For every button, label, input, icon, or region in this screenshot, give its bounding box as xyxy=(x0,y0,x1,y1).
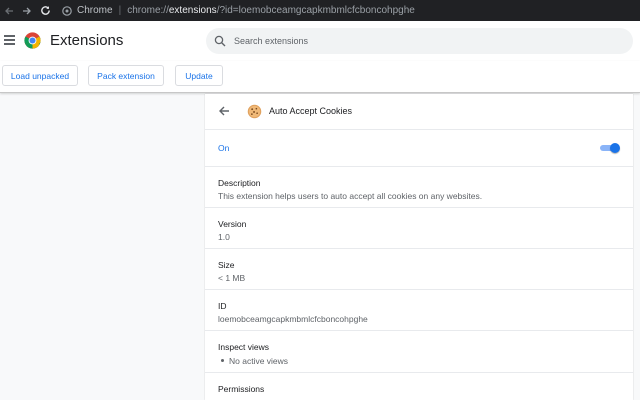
chrome-logo-icon xyxy=(24,32,41,49)
enable-toggle[interactable] xyxy=(600,143,620,153)
hamburger-menu-icon[interactable] xyxy=(4,35,15,47)
inspect-views-item: No active views xyxy=(218,356,288,366)
extensions-header: Extensions xyxy=(0,21,640,61)
id-label: ID xyxy=(218,301,227,311)
version-value: 1.0 xyxy=(218,232,230,242)
reload-button[interactable] xyxy=(36,0,54,21)
search-input[interactable] xyxy=(234,36,614,46)
cookie-icon xyxy=(247,104,262,119)
browser-toolbar: Chrome | chrome:// extensions /?id=loemo… xyxy=(0,0,640,21)
address-bar[interactable]: Chrome | chrome:// extensions /?id=loemo… xyxy=(62,0,415,21)
permissions-row: Permissions xyxy=(205,372,633,400)
version-label: Version xyxy=(218,219,247,229)
description-value: This extension helps users to auto accep… xyxy=(218,191,483,201)
id-value: loemobceamgcapkmbmlcfcboncohpghe xyxy=(218,314,368,324)
search-icon xyxy=(214,35,226,47)
page-title: Extensions xyxy=(50,32,124,49)
extension-name: Auto Accept Cookies xyxy=(269,106,353,116)
forward-button[interactable] xyxy=(18,0,36,21)
permissions-label: Permissions xyxy=(218,384,265,394)
description-label: Description xyxy=(218,178,261,188)
status-label: On xyxy=(218,143,230,153)
url-separator: | xyxy=(118,5,122,16)
version-row: Version 1.0 xyxy=(205,207,633,248)
url-scheme: chrome:// xyxy=(127,5,169,16)
size-value: < 1 MB xyxy=(218,273,246,283)
enable-row: On xyxy=(205,129,633,166)
load-unpacked-button[interactable]: Load unpacked xyxy=(2,65,78,86)
update-button[interactable]: Update xyxy=(175,65,223,86)
developer-toolbar: Load unpacked Pack extension Update xyxy=(0,61,640,93)
back-button[interactable] xyxy=(0,0,18,21)
omnibox-chip: Chrome xyxy=(77,5,113,16)
url-host: extensions xyxy=(168,5,217,16)
arrow-right-icon xyxy=(23,7,31,14)
url-path: /?id=loemobceamgcapkmbmlcfcboncohpghe xyxy=(216,5,415,16)
inspect-views-row: Inspect views No active views xyxy=(205,330,633,372)
inspect-views-value: No active views xyxy=(229,356,289,366)
description-row: Description This extension helps users t… xyxy=(205,166,633,207)
back-arrow-icon[interactable] xyxy=(218,105,230,117)
arrow-left-icon xyxy=(5,7,13,14)
id-row: ID loemobceamgcapkmbmlcfcboncohpghe xyxy=(205,289,633,330)
toggle-knob xyxy=(610,143,620,153)
reload-icon xyxy=(40,6,50,15)
search-bar[interactable] xyxy=(206,28,633,54)
inspect-views-label: Inspect views xyxy=(218,342,270,352)
chrome-page-icon xyxy=(62,5,72,16)
detail-header: Auto Accept Cookies xyxy=(205,94,633,129)
pack-extension-button[interactable]: Pack extension xyxy=(88,65,164,86)
size-row: Size < 1 MB xyxy=(205,248,633,289)
extension-detail-card: Auto Accept Cookies On Description This … xyxy=(205,94,633,400)
bullet-icon xyxy=(221,359,224,363)
size-label: Size xyxy=(218,260,235,270)
